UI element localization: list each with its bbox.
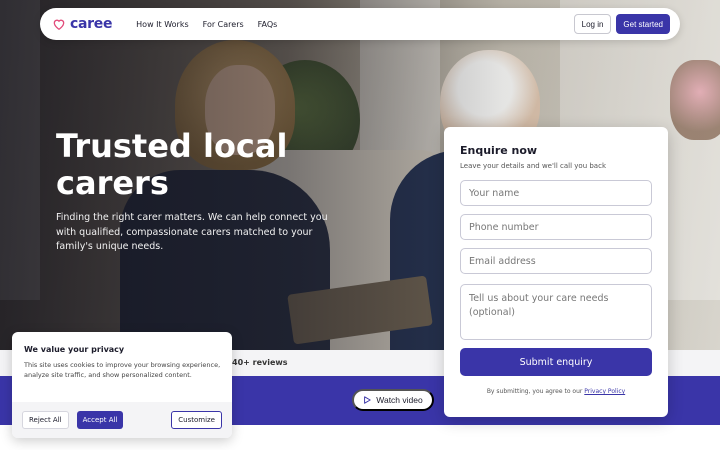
top-navbar: caree How It Works For Carers FAQs Log i…	[40, 8, 680, 40]
privacy-note-text: By submitting, you agree to our	[486, 388, 583, 395]
nav-actions: Log in Get started	[573, 14, 670, 34]
hero-description: Finding the right carer matters. We can …	[56, 212, 328, 252]
submit-enquiry-button[interactable]: Submit enquiry	[460, 348, 652, 376]
enquiry-form: Enquire now Leave your details and we'll…	[444, 127, 668, 417]
brand-logo[interactable]: caree	[52, 16, 112, 32]
cookie-banner: We value your privacy This site uses coo…	[12, 332, 232, 438]
get-started-button[interactable]: Get started	[616, 14, 670, 34]
accept-all-button[interactable]: Accept All	[76, 411, 124, 429]
watch-video-label: Watch video	[376, 395, 423, 405]
customize-button[interactable]: Customize	[171, 411, 222, 429]
heart-icon	[53, 19, 65, 31]
email-input[interactable]	[460, 248, 652, 274]
cookie-text: This site uses cookies to improve your b…	[24, 361, 221, 379]
care-needs-textarea[interactable]	[460, 284, 652, 340]
nav-link-for-carers[interactable]: For Carers	[203, 20, 244, 29]
privacy-policy-link[interactable]: Privacy Policy	[584, 388, 625, 395]
privacy-note: By submitting, you agree to our Privacy …	[460, 388, 652, 395]
hero-title: Trusted local carers	[56, 127, 288, 202]
cookie-title: We value your privacy	[24, 345, 125, 354]
form-title: Enquire now	[460, 144, 538, 157]
play-icon	[364, 396, 371, 404]
reject-all-button[interactable]: Reject All	[22, 411, 69, 429]
nav-links: How It Works For Carers FAQs	[136, 20, 277, 29]
watch-video-button[interactable]: Watch video	[352, 389, 434, 411]
form-subtitle: Leave your details and we'll call you ba…	[460, 162, 606, 170]
nav-link-how-it-works[interactable]: How It Works	[136, 20, 188, 29]
login-button[interactable]: Log in	[573, 14, 612, 34]
name-input[interactable]	[460, 180, 652, 206]
nav-link-faqs[interactable]: FAQs	[258, 20, 278, 29]
phone-input[interactable]	[460, 214, 652, 240]
cookie-actions: Reject All Accept All Customize	[12, 402, 232, 438]
reviews-count: 40+ reviews	[232, 358, 288, 367]
brand-name: caree	[70, 16, 113, 32]
